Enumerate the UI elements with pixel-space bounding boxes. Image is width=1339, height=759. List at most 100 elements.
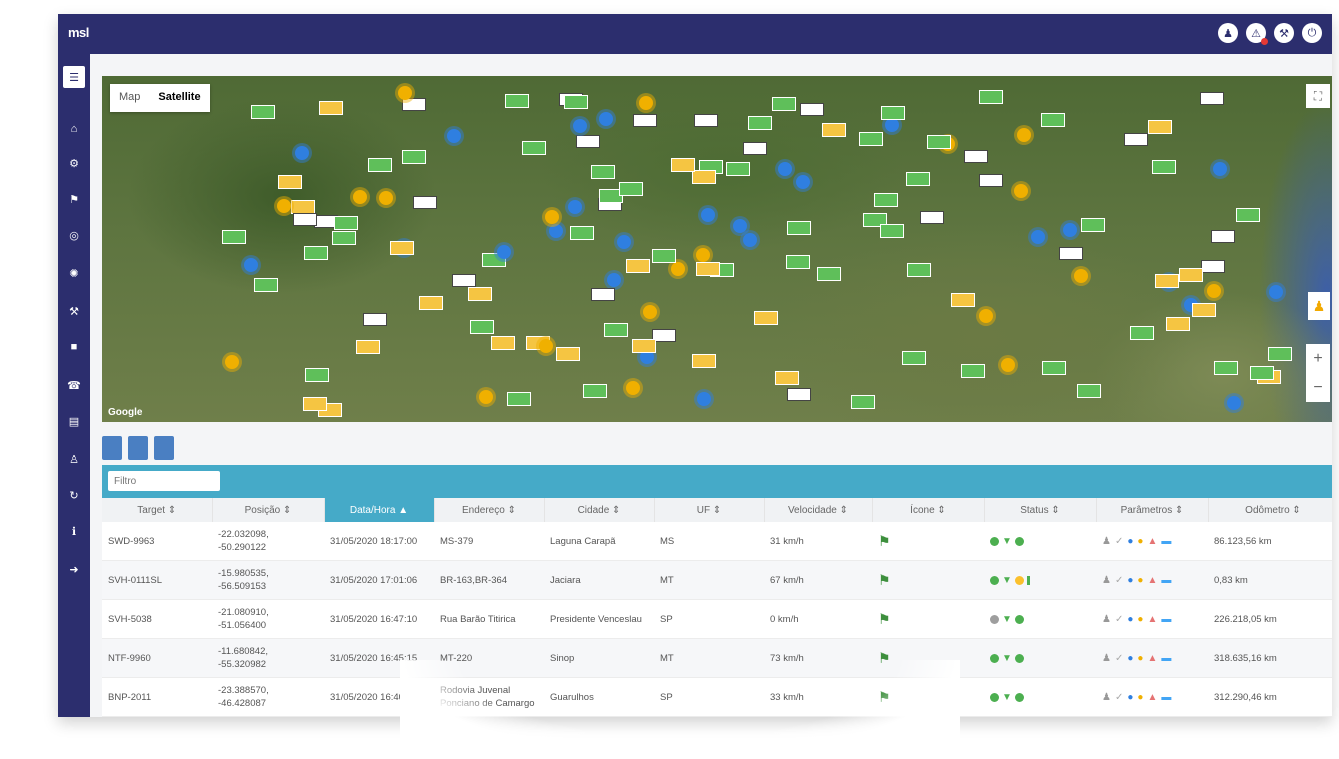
vehicle-marker-icon[interactable] xyxy=(222,230,247,245)
vehicle-marker-icon[interactable] xyxy=(302,397,327,412)
vehicle-marker-icon[interactable] xyxy=(504,93,529,108)
vehicle-marker-icon[interactable] xyxy=(590,165,615,180)
table-row[interactable]: NTF-9960 -11.680842, -55.320982 31/05/2020 … xyxy=(102,638,1332,678)
vehicle-marker-icon[interactable] xyxy=(1178,267,1203,282)
vehicle-marker-icon[interactable] xyxy=(575,135,600,149)
cluster-marker-icon[interactable] xyxy=(1206,284,1221,299)
col-parametros[interactable]: Parâmetros ⇕ xyxy=(1096,498,1209,522)
vehicle-marker-icon[interactable] xyxy=(919,211,944,225)
person-icon[interactable]: ♙ xyxy=(58,448,90,470)
user-icon[interactable]: ♟ xyxy=(1218,23,1238,43)
cluster-marker-icon[interactable] xyxy=(1268,285,1283,300)
vehicle-marker-icon[interactable] xyxy=(822,122,847,137)
vehicle-marker-icon[interactable] xyxy=(963,150,988,164)
street-view-pegman-icon[interactable]: ♟ xyxy=(1308,292,1330,320)
cluster-marker-icon[interactable] xyxy=(606,273,621,288)
table-row[interactable]: SWD-9963 -22.032098, -50.290122 31/05/2020 … xyxy=(102,522,1332,561)
table-row[interactable]: BNP-2011 -23.388570, -46.428087 31/05/2020 … xyxy=(102,677,1332,717)
vehicle-marker-icon[interactable] xyxy=(691,354,716,369)
cluster-marker-icon[interactable] xyxy=(796,175,811,190)
bell-icon[interactable]: ⚠ xyxy=(1246,23,1268,45)
vehicle-marker-icon[interactable] xyxy=(747,115,772,130)
col-posicao[interactable]: Posição ⇕ xyxy=(212,498,325,522)
action-button-3[interactable] xyxy=(154,436,174,460)
vehicle-marker-icon[interactable] xyxy=(253,278,278,293)
vehicle-marker-icon[interactable] xyxy=(696,261,721,276)
vehicle-marker-icon[interactable] xyxy=(901,351,926,366)
cluster-marker-icon[interactable] xyxy=(599,112,614,127)
vehicle-pin-icon[interactable]: ⚑ xyxy=(878,689,891,705)
zoom-out-icon[interactable]: − xyxy=(1313,379,1322,397)
vehicle-marker-icon[interactable] xyxy=(926,135,951,150)
cluster-marker-icon[interactable] xyxy=(295,145,310,160)
vehicle-marker-icon[interactable] xyxy=(556,347,581,362)
cluster-marker-icon[interactable] xyxy=(616,235,631,250)
vehicle-marker-icon[interactable] xyxy=(1213,361,1238,376)
vehicle-pin-icon[interactable]: ⚑ xyxy=(878,650,891,666)
vehicle-marker-icon[interactable] xyxy=(522,140,547,155)
vehicle-marker-icon[interactable] xyxy=(1042,360,1067,375)
vehicle-marker-icon[interactable] xyxy=(1041,112,1066,127)
vehicle-marker-icon[interactable] xyxy=(564,95,589,110)
vehicle-marker-icon[interactable] xyxy=(1166,316,1191,331)
vehicle-marker-icon[interactable] xyxy=(961,363,986,378)
vehicle-marker-icon[interactable] xyxy=(1129,326,1154,341)
cluster-marker-icon[interactable] xyxy=(479,389,494,404)
fullscreen-icon[interactable]: ⛶ xyxy=(1306,84,1330,108)
vehicle-marker-icon[interactable] xyxy=(907,263,932,278)
vehicle-marker-icon[interactable] xyxy=(754,310,779,325)
globe-icon[interactable]: ◎ xyxy=(58,224,90,246)
vehicle-marker-icon[interactable] xyxy=(979,174,1004,188)
cluster-marker-icon[interactable] xyxy=(548,224,563,239)
cluster-marker-icon[interactable] xyxy=(743,232,758,247)
cluster-marker-icon[interactable] xyxy=(276,198,291,213)
cluster-marker-icon[interactable] xyxy=(777,162,792,177)
vehicle-marker-icon[interactable] xyxy=(743,142,768,156)
cluster-marker-icon[interactable] xyxy=(1001,358,1016,373)
zoom-in-icon[interactable]: + xyxy=(1313,350,1322,368)
menu-icon[interactable]: ☰ xyxy=(63,66,85,88)
vehicle-marker-icon[interactable] xyxy=(786,254,811,269)
col-velocidade[interactable]: Velocidade ⇕ xyxy=(764,498,873,522)
map-type-map[interactable]: Map xyxy=(110,84,149,112)
flag-icon[interactable]: ⚑ xyxy=(58,188,90,210)
vehicle-marker-icon[interactable] xyxy=(1148,120,1173,135)
cluster-marker-icon[interactable] xyxy=(696,248,711,263)
vehicle-marker-icon[interactable] xyxy=(293,213,318,227)
cluster-marker-icon[interactable] xyxy=(643,305,658,320)
cluster-marker-icon[interactable] xyxy=(978,309,993,324)
vehicle-marker-icon[interactable] xyxy=(1267,346,1292,361)
vehicle-marker-icon[interactable] xyxy=(1191,302,1216,317)
vehicle-marker-icon[interactable] xyxy=(389,240,414,255)
vehicle-marker-icon[interactable] xyxy=(880,224,905,239)
cluster-marker-icon[interactable] xyxy=(639,96,654,111)
cluster-marker-icon[interactable] xyxy=(626,381,641,396)
vehicle-marker-icon[interactable] xyxy=(652,249,677,264)
col-datahora[interactable]: Data/Hora ▲ xyxy=(324,498,435,522)
vehicle-marker-icon[interactable] xyxy=(318,101,343,116)
col-status[interactable]: Status ⇕ xyxy=(984,498,1097,522)
cluster-marker-icon[interactable] xyxy=(733,218,748,233)
cluster-marker-icon[interactable] xyxy=(225,355,240,370)
vehicle-marker-icon[interactable] xyxy=(1059,246,1084,260)
list-icon[interactable]: ▤ xyxy=(58,410,90,432)
cluster-marker-icon[interactable] xyxy=(1063,223,1078,238)
vehicle-marker-icon[interactable] xyxy=(774,371,799,386)
col-target[interactable]: Target ⇕ xyxy=(102,498,213,522)
action-button-1[interactable] xyxy=(102,436,122,460)
cluster-marker-icon[interactable] xyxy=(670,262,685,277)
vehicle-marker-icon[interactable] xyxy=(490,336,515,351)
vehicle-marker-icon[interactable] xyxy=(1080,217,1105,232)
vehicle-marker-icon[interactable] xyxy=(905,171,930,186)
vehicle-marker-icon[interactable] xyxy=(1200,260,1225,274)
cluster-marker-icon[interactable] xyxy=(447,128,462,143)
vehicle-marker-icon[interactable] xyxy=(332,231,357,246)
vehicle-marker-icon[interactable] xyxy=(670,157,695,172)
vehicle-marker-icon[interactable] xyxy=(772,97,797,112)
vehicle-marker-icon[interactable] xyxy=(694,113,719,127)
refresh-icon[interactable]: ↻ xyxy=(58,484,90,506)
cluster-marker-icon[interactable] xyxy=(697,391,712,406)
cluster-marker-icon[interactable] xyxy=(352,190,367,205)
vehicle-marker-icon[interactable] xyxy=(950,293,975,307)
map-type-satellite[interactable]: Satellite xyxy=(149,84,209,112)
